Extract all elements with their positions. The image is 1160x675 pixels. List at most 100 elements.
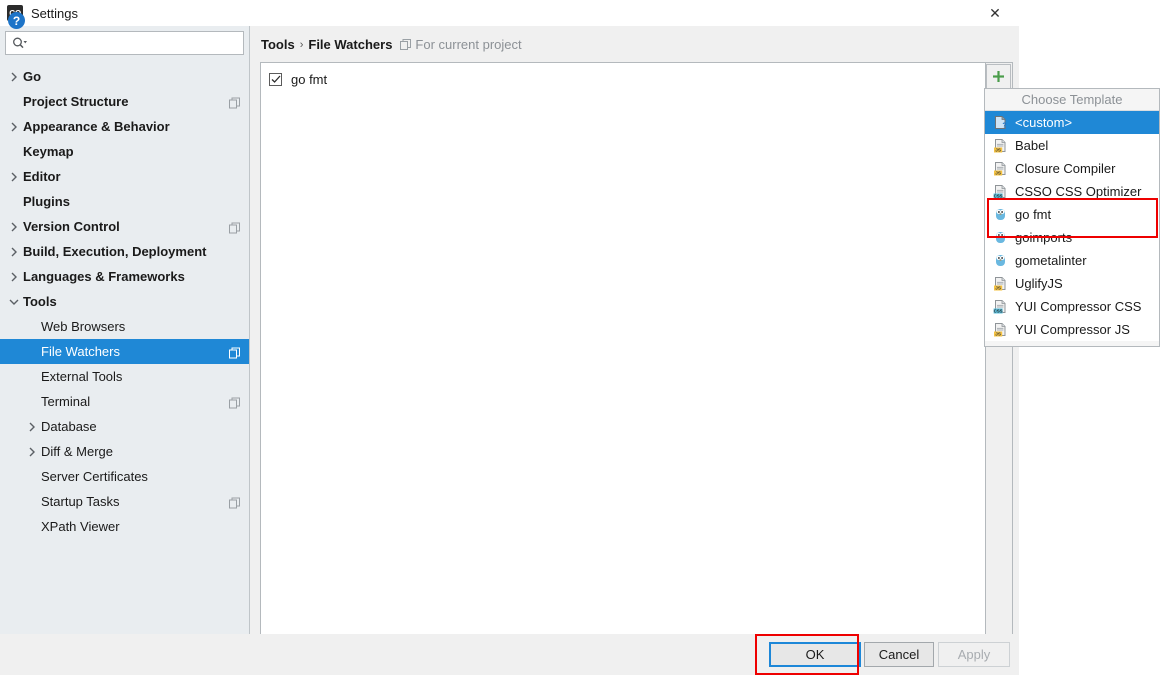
sidebar-item-database[interactable]: Database	[0, 414, 249, 439]
add-watcher-button[interactable]	[986, 64, 1011, 89]
sidebar-item-label: Plugins	[23, 194, 70, 209]
template-item-babel[interactable]: JS Babel	[985, 134, 1159, 157]
sidebar-item-label: Tools	[23, 294, 57, 309]
template-item-label: goimports	[1015, 230, 1073, 245]
sidebar-item-label: Diff & Merge	[41, 444, 114, 459]
project-scope-icon	[229, 396, 240, 408]
sidebar-item-plugins[interactable]: Plugins	[0, 189, 249, 214]
template-item-csso-css-optimizer[interactable]: CSS CSSO CSS Optimizer	[985, 180, 1159, 203]
sidebar-item-label: External Tools	[41, 369, 123, 384]
screenshot-root: GO Settings ✕ GoProject Struct	[0, 0, 1160, 675]
settings-dialog: GO Settings ✕ GoProject Struct	[0, 0, 1019, 675]
plus-icon	[993, 71, 1004, 82]
sidebar-item-label: Terminal	[41, 394, 91, 409]
template-item-label: CSSO CSS Optimizer	[1015, 184, 1142, 199]
sidebar-item-label: Web Browsers	[41, 319, 126, 334]
sidebar-item-file-watchers[interactable]: File Watchers	[0, 339, 249, 364]
chevron-right-icon[interactable]	[5, 222, 23, 232]
sidebar-item-external-tools[interactable]: External Tools	[0, 364, 249, 389]
template-item-go-fmt[interactable]: go fmt	[985, 203, 1159, 226]
sidebar-item-editor[interactable]: Editor	[0, 164, 249, 189]
template-item-label: Closure Compiler	[1015, 161, 1116, 176]
chevron-right-icon[interactable]	[23, 422, 41, 432]
close-icon[interactable]: ✕	[973, 0, 1017, 26]
js-file-icon: JS	[993, 138, 1008, 153]
breadcrumb-scope-label: For current project	[415, 37, 522, 52]
watcher-name: go fmt	[291, 71, 328, 87]
sidebar-item-terminal[interactable]: Terminal	[0, 389, 249, 414]
sidebar-item-languages-frameworks[interactable]: Languages & Frameworks	[0, 264, 249, 289]
svg-text:JS: JS	[995, 171, 1001, 176]
sidebar-item-appearance-behavior[interactable]: Appearance & Behavior	[0, 114, 249, 139]
svg-text:?: ?	[1002, 122, 1006, 129]
ok-button[interactable]: OK	[769, 642, 861, 667]
project-scope-icon	[400, 39, 412, 50]
template-item-label: gometalinter	[1015, 253, 1087, 268]
chevron-right-icon[interactable]	[5, 272, 23, 282]
cancel-button[interactable]: Cancel	[864, 642, 934, 667]
window-title: Settings	[31, 5, 78, 21]
sidebar-item-tools[interactable]: Tools	[0, 289, 249, 314]
chevron-right-icon[interactable]	[5, 172, 23, 182]
apply-button: Apply	[938, 642, 1010, 667]
search-box[interactable]	[5, 31, 244, 55]
chevron-right-icon[interactable]	[5, 247, 23, 257]
project-scope-icon	[229, 96, 240, 108]
help-icon[interactable]: ?	[8, 12, 25, 29]
chevron-right-icon[interactable]	[23, 447, 41, 457]
go-gopher-icon	[993, 207, 1008, 222]
js-file-icon: JS	[993, 276, 1008, 291]
svg-text:JS: JS	[995, 332, 1001, 337]
template-item-label: YUI Compressor JS	[1015, 322, 1130, 337]
sidebar-item-version-control[interactable]: Version Control	[0, 214, 249, 239]
sidebar-item-keymap[interactable]: Keymap	[0, 139, 249, 164]
svg-text:JS: JS	[995, 286, 1001, 291]
template-list: ? <custom> JS Babel JS Closure Compiler CSS CSS…	[985, 111, 1159, 341]
search-icon	[12, 37, 27, 50]
sidebar-item-label: Version Control	[23, 219, 120, 234]
chevron-right-icon[interactable]	[5, 72, 23, 82]
sidebar-item-label: Appearance & Behavior	[23, 119, 170, 134]
template-item-closure-compiler[interactable]: JS Closure Compiler	[985, 157, 1159, 180]
svg-text:CSS: CSS	[994, 309, 1003, 314]
css-file-icon: CSS	[993, 184, 1008, 199]
title-bar: GO Settings ✕	[0, 0, 1019, 26]
sidebar-item-label: File Watchers	[41, 344, 120, 359]
chevron-down-icon[interactable]	[5, 298, 23, 306]
watcher-checkbox[interactable]	[269, 72, 282, 86]
js-file-icon: JS	[993, 322, 1008, 337]
sidebar-item-project-structure[interactable]: Project Structure	[0, 89, 249, 114]
template-item-yui-compressor-css[interactable]: CSS YUI Compressor CSS	[985, 295, 1159, 318]
main-content: Tools › File Watchers For current projec…	[251, 26, 1019, 649]
template-item-label: YUI Compressor CSS	[1015, 299, 1142, 314]
template-item-custom[interactable]: ? <custom>	[985, 111, 1159, 134]
sidebar-item-label: Project Structure	[23, 94, 129, 109]
sidebar-item-label: Languages & Frameworks	[23, 269, 185, 284]
project-scope-icon	[229, 496, 240, 508]
go-gopher-icon	[993, 230, 1008, 245]
sidebar-item-startup-tasks[interactable]: Startup Tasks	[0, 489, 249, 514]
svg-text:JS: JS	[995, 148, 1001, 153]
template-item-label: UglifyJS	[1015, 276, 1063, 291]
sidebar-item-diff-merge[interactable]: Diff & Merge	[0, 439, 249, 464]
sidebar-item-xpath-viewer[interactable]: XPath Viewer	[0, 514, 249, 539]
project-scope-icon	[229, 221, 240, 233]
chevron-right-icon[interactable]	[5, 122, 23, 132]
sidebar-item-server-certificates[interactable]: Server Certificates	[0, 464, 249, 489]
search-area	[0, 26, 249, 55]
sidebar-item-label: Editor	[23, 169, 61, 184]
table-row[interactable]: go fmt	[261, 68, 985, 90]
sidebar-item-web-browsers[interactable]: Web Browsers	[0, 314, 249, 339]
template-item-gometalinter[interactable]: gometalinter	[985, 249, 1159, 272]
custom-template-icon: ?	[993, 115, 1008, 130]
template-item-yui-compressor-js[interactable]: JS YUI Compressor JS	[985, 318, 1159, 341]
settings-tree: Go Project Structure Appearance & Behavior…	[0, 64, 249, 539]
sidebar-item-go[interactable]: Go	[0, 64, 249, 89]
template-item-label: <custom>	[1015, 115, 1073, 130]
template-item-goimports[interactable]: goimports	[985, 226, 1159, 249]
template-item-uglifyjs[interactable]: JS UglifyJS	[985, 272, 1159, 295]
popup-header: Choose Template	[985, 89, 1159, 111]
sidebar-item-build-execution-deployment[interactable]: Build, Execution, Deployment	[0, 239, 249, 264]
breadcrumb-parent[interactable]: Tools	[261, 37, 295, 52]
search-input[interactable]	[27, 33, 243, 53]
